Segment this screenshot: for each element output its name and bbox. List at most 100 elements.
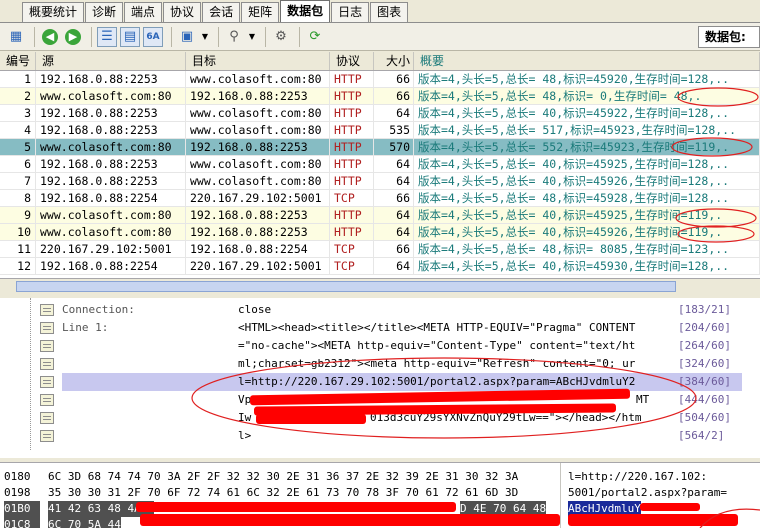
filter-dropdown[interactable]: ▼ <box>247 27 257 47</box>
table-row[interactable]: 8 192.168.0.88:2254 220.167.29.102:5001 TCP… <box>0 190 760 207</box>
cell-src: www.colasoft.com:80 <box>36 224 186 240</box>
tab-1[interactable]: 诊断 <box>85 2 124 22</box>
table-row[interactable]: 6 192.168.0.88:2253 www.colasoft.com:80 HTT… <box>0 156 760 173</box>
decode-field-offset: [324/60] <box>678 357 731 370</box>
decode-field-value: <HTML><head><title></title><META HTTP-EQ… <box>238 321 636 334</box>
cell-size: 570 <box>374 139 414 155</box>
table-row[interactable]: 9 www.colasoft.com:80 192.168.0.88:2253 HTT… <box>0 207 760 224</box>
decode-icon: ⚙ <box>275 29 287 44</box>
decode-row[interactable]: ml;charset=gb2312"><meta http-equiv="Ref… <box>0 355 760 373</box>
hex-row[interactable]: 0180 6C 3D 68 74 74 70 3A 2F 2F 32 32 30 … <box>0 469 760 485</box>
decode-field-value: l=http://220.167.29.102:5001/portal2.asp… <box>238 375 636 388</box>
cell-src: www.colasoft.com:80 <box>36 139 186 155</box>
decode-pane: Connection: close [183/21] Line 1: <HTML><he… <box>0 298 760 458</box>
column-header[interactable]: 编号 <box>0 52 36 70</box>
column-header[interactable]: 大小 <box>374 52 414 70</box>
cell-proto: HTTP <box>330 207 374 223</box>
refresh-icon: ⟳ <box>309 29 321 44</box>
filter-button[interactable]: ⚲ <box>224 27 244 47</box>
decode-field-value: ="no-cache"><META http-equiv="Content-Ty… <box>238 339 636 352</box>
table-row[interactable]: 4 192.168.0.88:2253 www.colasoft.com:80 HTT… <box>0 122 760 139</box>
decode-button[interactable]: ⚙ <box>271 27 291 47</box>
decode-row[interactable]: l> [564/2] <box>0 427 760 445</box>
tab-2[interactable]: 端点 <box>124 2 163 22</box>
decode-row[interactable]: ="no-cache"><META http-equiv="Content-Ty… <box>0 337 760 355</box>
decode-field-value: close <box>238 303 272 316</box>
back-button[interactable]: ◀ <box>40 27 60 47</box>
tab-8[interactable]: 图表 <box>370 2 409 22</box>
hex-view-button[interactable]: 6A <box>143 26 163 47</box>
hex-offset: 0180 <box>4 470 31 483</box>
table-row[interactable]: 12 192.168.0.88:2254 220.167.29.102:5001 TC… <box>0 258 760 275</box>
table-row[interactable]: 2 www.colasoft.com:80 192.168.0.88:2253 HTT… <box>0 88 760 105</box>
table-row[interactable]: 3 192.168.0.88:2253 www.colasoft.com:80 HTT… <box>0 105 760 122</box>
decode-row[interactable]: Connection: close [183/21] <box>0 301 760 319</box>
detail-view-button[interactable]: ▤ <box>120 26 140 47</box>
cell-dst: 192.168.0.88:2253 <box>186 207 330 223</box>
field-icon <box>40 430 54 442</box>
cell-dst: www.colasoft.com:80 <box>186 105 330 121</box>
redaction-mark <box>568 514 738 526</box>
tab-3[interactable]: 协议 <box>163 2 202 22</box>
column-header[interactable]: 目标 <box>186 52 330 70</box>
cell-no: 7 <box>0 173 36 189</box>
cell-size: 66 <box>374 88 414 104</box>
decode-row[interactable]: l=http://220.167.29.102:5001/portal2.asp… <box>40 373 742 391</box>
decode-field-value: ml;charset=gb2312"><meta http-equiv="Ref… <box>238 357 636 370</box>
cell-no: 10 <box>0 224 36 240</box>
hex-offset: 01B0 <box>4 501 40 517</box>
table-row[interactable]: 7 192.168.0.88:2253 www.colasoft.com:80 HTT… <box>0 173 760 190</box>
table-row[interactable]: 11 220.167.29.102:5001 192.168.0.88:2254 TC… <box>0 241 760 258</box>
tab-5[interactable]: 矩阵 <box>241 2 280 22</box>
column-header[interactable]: 协议 <box>330 52 374 70</box>
scrollbar-thumb[interactable] <box>16 281 676 292</box>
tab-7[interactable]: 日志 <box>331 2 370 22</box>
table-row[interactable]: 1 192.168.0.88:2253 www.colasoft.com:80 HTT… <box>0 71 760 88</box>
column-header[interactable]: 源 <box>36 52 186 70</box>
detail-view-icon: ▤ <box>123 29 137 44</box>
cell-no: 8 <box>0 190 36 206</box>
column-header[interactable]: 概要 <box>414 52 760 70</box>
decode-value-tail: MT <box>636 393 650 406</box>
cell-dst: 192.168.0.88:2253 <box>186 88 330 104</box>
cell-size: 64 <box>374 105 414 121</box>
cell-proto: HTTP <box>330 173 374 189</box>
packet-count-label: 数据包: <box>698 26 760 48</box>
cell-size: 64 <box>374 156 414 172</box>
cell-no: 2 <box>0 88 36 104</box>
forward-icon: ▶ <box>65 28 81 45</box>
table-row[interactable]: 5 www.colasoft.com:80 192.168.0.88:2253 HTT… <box>0 139 760 156</box>
cell-summary: 版本=4,头长=5,总长= 40,标识=45925,生存时间=128,.. <box>414 156 760 172</box>
tab-4[interactable]: 会话 <box>202 2 241 22</box>
decode-row[interactable]: Line 1: <HTML><head><title></title><META … <box>0 319 760 337</box>
redaction-mark <box>256 414 366 424</box>
tab-6[interactable]: 数据包 <box>280 0 331 22</box>
horizontal-scrollbar[interactable] <box>0 278 760 294</box>
tab-0[interactable]: 概要统计 <box>22 2 85 22</box>
cell-summary: 版本=4,头长=5,总长= 40,标识=45930,生存时间=128,.. <box>414 258 760 274</box>
back-icon: ◀ <box>42 28 58 45</box>
cell-src: 192.168.0.88:2253 <box>36 71 186 87</box>
packet-toolbar: ▦ ◀ ▶ ☰ ▤ 6A ▣ ▼ ⚲ ▼ ⚙ ⟳ 数据包: <box>0 23 760 51</box>
refresh-button[interactable]: ⟳ <box>305 27 325 47</box>
list-view-button[interactable]: ☰ <box>97 26 117 47</box>
cell-no: 1 <box>0 71 36 87</box>
cell-summary: 版本=4,头长=5,总长= 40,标识=45926,生存时间=119,. <box>414 224 760 240</box>
table-row[interactable]: 10 www.colasoft.com:80 192.168.0.88:2253 HT… <box>0 224 760 241</box>
cell-src: 192.168.0.88:2254 <box>36 190 186 206</box>
toolbar-separator <box>299 26 300 47</box>
field-icon <box>40 322 54 334</box>
decode-field-offset: [444/60] <box>678 393 731 406</box>
cell-no: 6 <box>0 156 36 172</box>
decode-field-offset: [384/60] <box>678 375 731 388</box>
cell-dst: 192.168.0.88:2254 <box>186 241 330 257</box>
cell-proto: HTTP <box>330 122 374 138</box>
cell-proto: HTTP <box>330 224 374 240</box>
forward-button[interactable]: ▶ <box>63 27 83 47</box>
cell-no: 3 <box>0 105 36 121</box>
layout-button[interactable]: ▣ <box>177 27 197 47</box>
cell-size: 66 <box>374 190 414 206</box>
layout-dropdown[interactable]: ▼ <box>200 27 210 47</box>
network-icon[interactable]: ▦ <box>6 27 26 47</box>
hex-row[interactable]: 0198 35 30 30 31 2F 70 6F 72 74 61 6C 32 … <box>0 485 760 501</box>
